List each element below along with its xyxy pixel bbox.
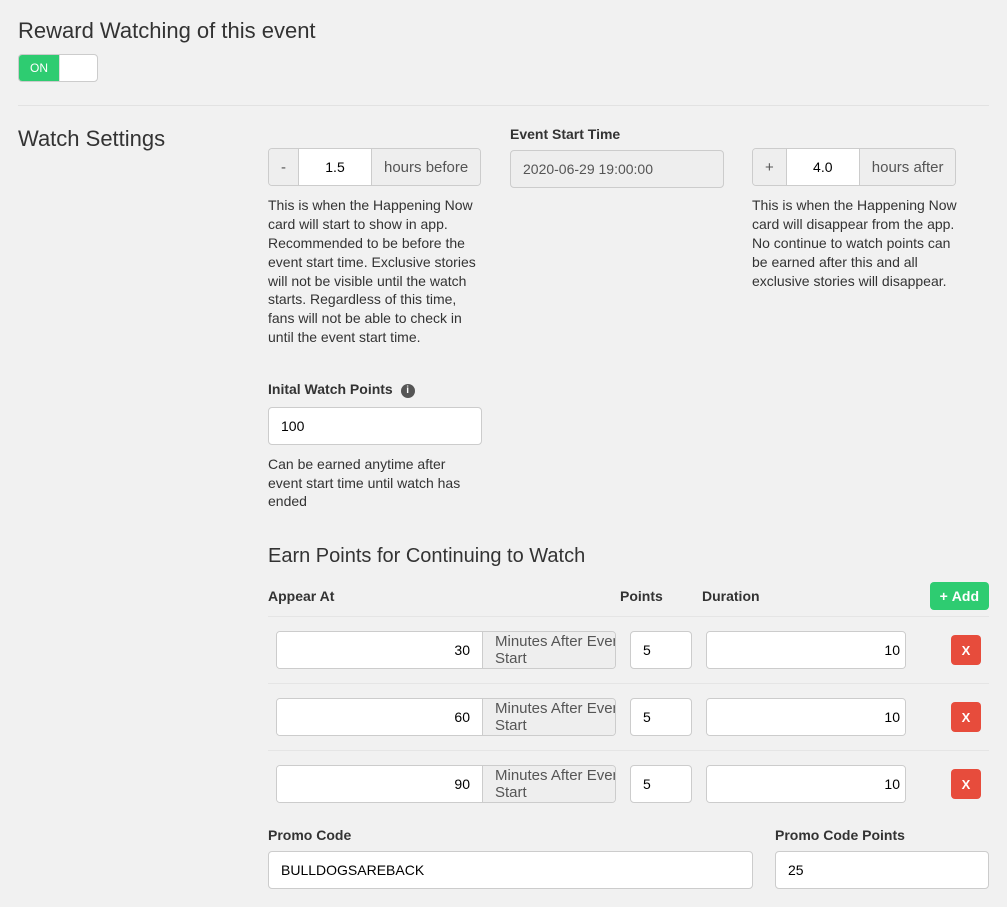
event-start-time-value: 2020-06-29 19:00:00 [510, 150, 724, 188]
duration-input[interactable] [707, 699, 906, 735]
divider [18, 105, 989, 106]
promo-code-label: Promo Code [268, 827, 753, 843]
delete-button[interactable]: X [951, 769, 981, 799]
info-icon[interactable]: i [401, 384, 415, 398]
plus-icon: + [753, 149, 787, 185]
column-header-duration: Duration [702, 588, 902, 604]
table-row: Minutes After Event Start Minutes Shown X [268, 750, 989, 817]
duration-input[interactable] [707, 632, 906, 668]
column-header-points: Points [620, 588, 690, 604]
reward-watching-title: Reward Watching of this event [18, 18, 989, 44]
appear-at-group: Minutes After Event Start [276, 698, 616, 736]
plus-glyph-icon: + [940, 588, 948, 604]
hours-before-group: - hours before [268, 148, 481, 186]
hours-before-input[interactable] [299, 149, 371, 185]
toggle-on-label: ON [19, 55, 59, 81]
add-button[interactable]: + Add [930, 582, 989, 610]
delete-button[interactable]: X [951, 635, 981, 665]
points-input[interactable] [630, 765, 692, 803]
duration-group: Minutes Shown [706, 765, 906, 803]
points-input[interactable] [630, 631, 692, 669]
hours-after-input[interactable] [787, 149, 859, 185]
duration-group: Minutes Shown [706, 698, 906, 736]
appear-at-input[interactable] [277, 699, 482, 735]
appear-at-unit: Minutes After Event Start [482, 632, 616, 668]
reward-watching-toggle[interactable]: ON [18, 54, 98, 82]
hours-before-help: This is when the Happening Now card will… [268, 196, 482, 347]
promo-code-points-input[interactable] [775, 851, 989, 889]
duration-input[interactable] [707, 766, 906, 802]
add-button-label: Add [952, 588, 979, 604]
column-header-appear: Appear At [268, 588, 608, 604]
appear-at-group: Minutes After Event Start [276, 631, 616, 669]
appear-at-group: Minutes After Event Start [276, 765, 616, 803]
earn-points-title: Earn Points for Continuing to Watch [268, 545, 989, 568]
hours-after-group: + hours after [752, 148, 956, 186]
event-start-time-label: Event Start Time [510, 126, 724, 142]
table-row: Minutes After Event Start Minutes Shown X [268, 616, 989, 683]
initial-watch-points-input[interactable] [268, 407, 482, 445]
duration-group: Minutes Shown [706, 631, 906, 669]
promo-code-input[interactable] [268, 851, 753, 889]
toggle-knob [59, 55, 98, 81]
appear-at-input[interactable] [277, 766, 482, 802]
appear-at-unit: Minutes After Event Start [482, 766, 616, 802]
table-row: Minutes After Event Start Minutes Shown X [268, 683, 989, 750]
initial-watch-points-help: Can be earned anytime after event start … [268, 455, 482, 512]
watch-settings-title: Watch Settings [18, 126, 268, 152]
hours-after-help: This is when the Happening Now card will… [752, 196, 966, 290]
promo-code-points-label: Promo Code Points [775, 827, 989, 843]
appear-at-unit: Minutes After Event Start [482, 699, 616, 735]
minus-icon: - [269, 149, 299, 185]
initial-watch-points-label: Inital Watch Points [268, 381, 393, 397]
hours-before-unit: hours before [371, 149, 480, 185]
delete-button[interactable]: X [951, 702, 981, 732]
points-input[interactable] [630, 698, 692, 736]
hours-after-unit: hours after [859, 149, 956, 185]
appear-at-input[interactable] [277, 632, 482, 668]
